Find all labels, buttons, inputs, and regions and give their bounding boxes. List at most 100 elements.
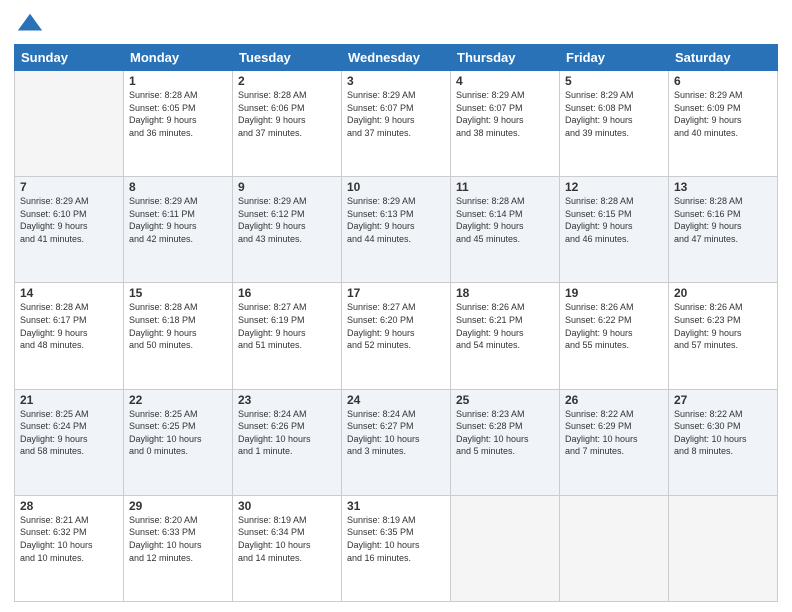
calendar: SundayMondayTuesdayWednesdayThursdayFrid… [14,44,778,602]
week-row-2: 7Sunrise: 8:29 AM Sunset: 6:10 PM Daylig… [15,177,778,283]
day-info: Sunrise: 8:28 AM Sunset: 6:18 PM Dayligh… [129,301,227,351]
day-number: 4 [456,74,554,88]
day-number: 5 [565,74,663,88]
header-wednesday: Wednesday [342,45,451,71]
day-info: Sunrise: 8:29 AM Sunset: 6:13 PM Dayligh… [347,195,445,245]
header-row: SundayMondayTuesdayWednesdayThursdayFrid… [15,45,778,71]
day-cell: 17Sunrise: 8:27 AM Sunset: 6:20 PM Dayli… [342,283,451,389]
week-row-4: 21Sunrise: 8:25 AM Sunset: 6:24 PM Dayli… [15,389,778,495]
day-number: 24 [347,393,445,407]
day-cell: 3Sunrise: 8:29 AM Sunset: 6:07 PM Daylig… [342,71,451,177]
day-info: Sunrise: 8:29 AM Sunset: 6:12 PM Dayligh… [238,195,336,245]
day-cell: 28Sunrise: 8:21 AM Sunset: 6:32 PM Dayli… [15,495,124,601]
day-cell [451,495,560,601]
day-number: 29 [129,499,227,513]
day-info: Sunrise: 8:20 AM Sunset: 6:33 PM Dayligh… [129,514,227,564]
logo [14,10,44,38]
day-cell: 5Sunrise: 8:29 AM Sunset: 6:08 PM Daylig… [560,71,669,177]
day-cell: 29Sunrise: 8:20 AM Sunset: 6:33 PM Dayli… [124,495,233,601]
day-info: Sunrise: 8:29 AM Sunset: 6:07 PM Dayligh… [456,89,554,139]
day-info: Sunrise: 8:29 AM Sunset: 6:11 PM Dayligh… [129,195,227,245]
day-number: 13 [674,180,772,194]
day-info: Sunrise: 8:29 AM Sunset: 6:09 PM Dayligh… [674,89,772,139]
day-cell: 18Sunrise: 8:26 AM Sunset: 6:21 PM Dayli… [451,283,560,389]
day-info: Sunrise: 8:26 AM Sunset: 6:21 PM Dayligh… [456,301,554,351]
day-info: Sunrise: 8:28 AM Sunset: 6:05 PM Dayligh… [129,89,227,139]
day-info: Sunrise: 8:25 AM Sunset: 6:25 PM Dayligh… [129,408,227,458]
day-info: Sunrise: 8:22 AM Sunset: 6:30 PM Dayligh… [674,408,772,458]
day-cell [15,71,124,177]
day-cell: 24Sunrise: 8:24 AM Sunset: 6:27 PM Dayli… [342,389,451,495]
header-monday: Monday [124,45,233,71]
day-cell: 16Sunrise: 8:27 AM Sunset: 6:19 PM Dayli… [233,283,342,389]
day-info: Sunrise: 8:26 AM Sunset: 6:22 PM Dayligh… [565,301,663,351]
day-number: 18 [456,286,554,300]
day-number: 20 [674,286,772,300]
day-number: 3 [347,74,445,88]
day-cell: 6Sunrise: 8:29 AM Sunset: 6:09 PM Daylig… [669,71,778,177]
day-number: 7 [20,180,118,194]
day-number: 26 [565,393,663,407]
day-cell: 4Sunrise: 8:29 AM Sunset: 6:07 PM Daylig… [451,71,560,177]
day-cell: 9Sunrise: 8:29 AM Sunset: 6:12 PM Daylig… [233,177,342,283]
day-cell: 30Sunrise: 8:19 AM Sunset: 6:34 PM Dayli… [233,495,342,601]
week-row-1: 1Sunrise: 8:28 AM Sunset: 6:05 PM Daylig… [15,71,778,177]
day-number: 30 [238,499,336,513]
day-cell: 13Sunrise: 8:28 AM Sunset: 6:16 PM Dayli… [669,177,778,283]
day-info: Sunrise: 8:29 AM Sunset: 6:07 PM Dayligh… [347,89,445,139]
day-cell: 12Sunrise: 8:28 AM Sunset: 6:15 PM Dayli… [560,177,669,283]
day-cell: 19Sunrise: 8:26 AM Sunset: 6:22 PM Dayli… [560,283,669,389]
day-cell [560,495,669,601]
day-info: Sunrise: 8:28 AM Sunset: 6:17 PM Dayligh… [20,301,118,351]
day-number: 19 [565,286,663,300]
day-info: Sunrise: 8:23 AM Sunset: 6:28 PM Dayligh… [456,408,554,458]
day-info: Sunrise: 8:29 AM Sunset: 6:08 PM Dayligh… [565,89,663,139]
day-cell: 7Sunrise: 8:29 AM Sunset: 6:10 PM Daylig… [15,177,124,283]
day-number: 17 [347,286,445,300]
day-info: Sunrise: 8:28 AM Sunset: 6:15 PM Dayligh… [565,195,663,245]
day-info: Sunrise: 8:24 AM Sunset: 6:26 PM Dayligh… [238,408,336,458]
header-thursday: Thursday [451,45,560,71]
day-info: Sunrise: 8:26 AM Sunset: 6:23 PM Dayligh… [674,301,772,351]
day-cell: 2Sunrise: 8:28 AM Sunset: 6:06 PM Daylig… [233,71,342,177]
day-number: 9 [238,180,336,194]
day-number: 8 [129,180,227,194]
day-cell: 27Sunrise: 8:22 AM Sunset: 6:30 PM Dayli… [669,389,778,495]
day-info: Sunrise: 8:28 AM Sunset: 6:14 PM Dayligh… [456,195,554,245]
day-info: Sunrise: 8:19 AM Sunset: 6:35 PM Dayligh… [347,514,445,564]
week-row-3: 14Sunrise: 8:28 AM Sunset: 6:17 PM Dayli… [15,283,778,389]
day-number: 22 [129,393,227,407]
day-number: 14 [20,286,118,300]
day-number: 11 [456,180,554,194]
day-number: 28 [20,499,118,513]
header-sunday: Sunday [15,45,124,71]
day-number: 6 [674,74,772,88]
day-cell: 11Sunrise: 8:28 AM Sunset: 6:14 PM Dayli… [451,177,560,283]
day-info: Sunrise: 8:27 AM Sunset: 6:20 PM Dayligh… [347,301,445,351]
day-info: Sunrise: 8:25 AM Sunset: 6:24 PM Dayligh… [20,408,118,458]
day-info: Sunrise: 8:19 AM Sunset: 6:34 PM Dayligh… [238,514,336,564]
day-number: 2 [238,74,336,88]
day-number: 31 [347,499,445,513]
day-info: Sunrise: 8:24 AM Sunset: 6:27 PM Dayligh… [347,408,445,458]
day-cell: 10Sunrise: 8:29 AM Sunset: 6:13 PM Dayli… [342,177,451,283]
day-cell: 23Sunrise: 8:24 AM Sunset: 6:26 PM Dayli… [233,389,342,495]
day-cell: 14Sunrise: 8:28 AM Sunset: 6:17 PM Dayli… [15,283,124,389]
day-info: Sunrise: 8:28 AM Sunset: 6:06 PM Dayligh… [238,89,336,139]
day-number: 12 [565,180,663,194]
day-cell: 22Sunrise: 8:25 AM Sunset: 6:25 PM Dayli… [124,389,233,495]
day-cell: 15Sunrise: 8:28 AM Sunset: 6:18 PM Dayli… [124,283,233,389]
day-info: Sunrise: 8:21 AM Sunset: 6:32 PM Dayligh… [20,514,118,564]
day-number: 21 [20,393,118,407]
day-number: 1 [129,74,227,88]
logo-icon [16,10,44,38]
day-number: 15 [129,286,227,300]
day-number: 23 [238,393,336,407]
day-info: Sunrise: 8:28 AM Sunset: 6:16 PM Dayligh… [674,195,772,245]
day-cell: 21Sunrise: 8:25 AM Sunset: 6:24 PM Dayli… [15,389,124,495]
day-number: 25 [456,393,554,407]
header-saturday: Saturday [669,45,778,71]
day-cell: 8Sunrise: 8:29 AM Sunset: 6:11 PM Daylig… [124,177,233,283]
day-cell [669,495,778,601]
page: SundayMondayTuesdayWednesdayThursdayFrid… [0,0,792,612]
